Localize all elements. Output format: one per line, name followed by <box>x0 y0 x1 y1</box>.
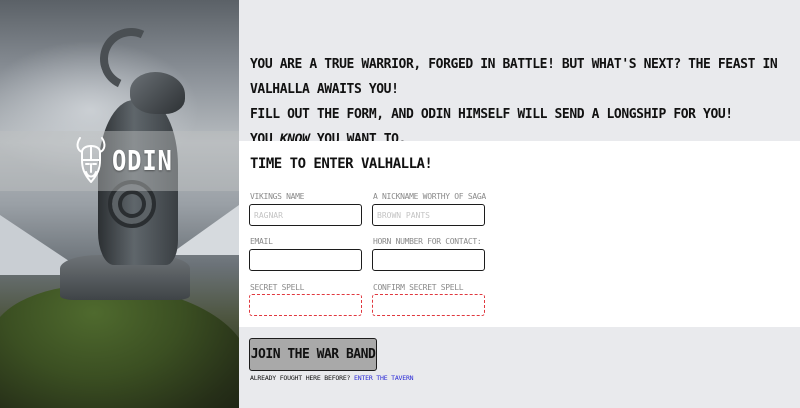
intro-line-2: Fill out the form, and Odin himself will… <box>250 107 733 122</box>
join-war-band-button[interactable]: Join the War Band <box>249 338 377 371</box>
signin-prompt: Already fought here before? Enter the ta… <box>250 374 414 382</box>
password-input[interactable] <box>249 294 362 316</box>
form-title: Time to enter Valhalla! <box>250 156 433 172</box>
last-name-input[interactable] <box>372 204 485 226</box>
brand-logo: ODIN <box>74 134 183 186</box>
confirm-password-input[interactable] <box>372 294 485 316</box>
brand-name: ODIN <box>112 143 173 177</box>
intro-line-1: You are a true warrior, forged in battle… <box>250 57 778 97</box>
intro-text: You are a true warrior, forged in battle… <box>250 52 795 152</box>
enter-tavern-link[interactable]: Enter the tavern <box>354 374 414 382</box>
email-label: Email <box>250 237 273 246</box>
password-label: Secret spell <box>250 283 305 292</box>
hero-image <box>0 0 239 408</box>
signin-prompt-text: Already fought here before? <box>250 374 351 382</box>
mossy-cliff <box>0 285 239 408</box>
confirm-password-label: Confirm secret spell <box>373 283 464 292</box>
first-name-input[interactable] <box>249 204 362 226</box>
email-input[interactable] <box>249 249 362 271</box>
phone-input[interactable] <box>372 249 485 271</box>
viking-helmet-icon <box>76 137 106 183</box>
first-name-label: Vikings Name <box>250 192 305 201</box>
phone-label: Horn number for contact: <box>373 237 482 246</box>
mountain-right <box>169 205 239 255</box>
last-name-label: A nickname worthy of saga <box>373 192 486 201</box>
